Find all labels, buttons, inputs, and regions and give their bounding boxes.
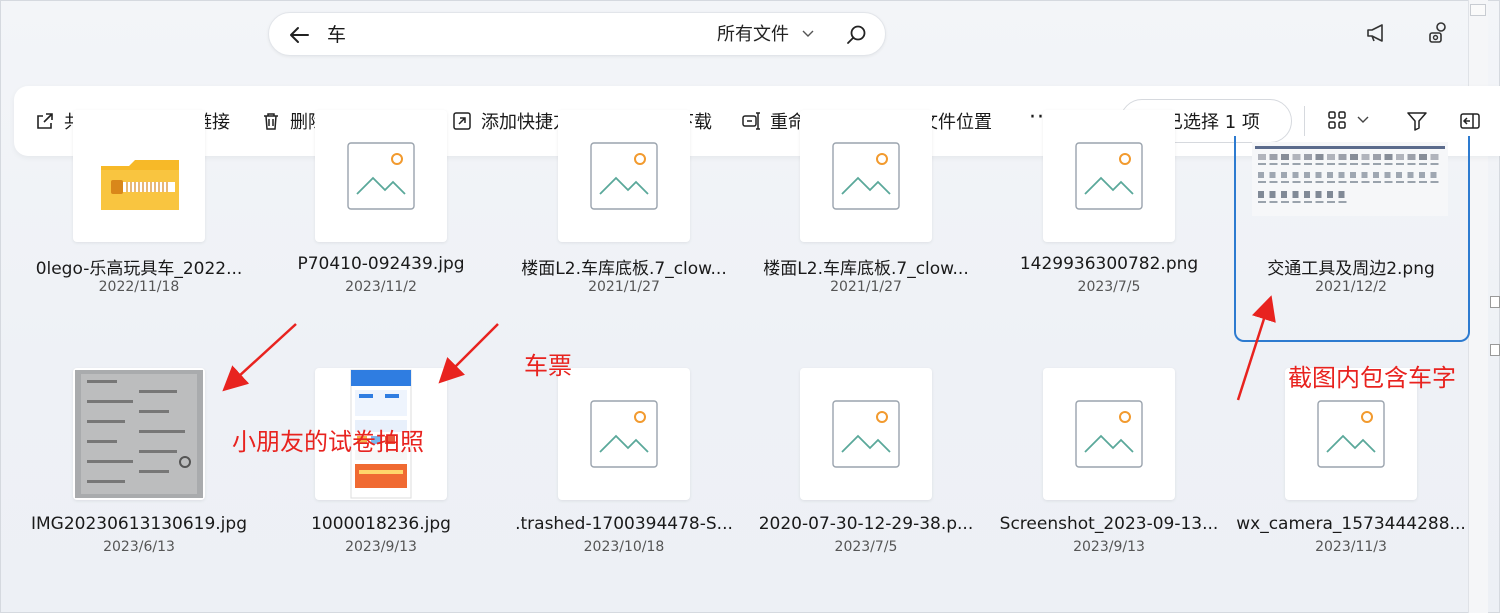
image-placeholder-icon <box>558 110 690 242</box>
image-placeholder-icon <box>315 110 447 242</box>
image-placeholder-icon <box>1043 368 1175 500</box>
file-name: wx_camera_1573444288... <box>1236 514 1466 534</box>
file-date: 2021/12/2 <box>1315 279 1387 295</box>
account-switch-icon[interactable] <box>1426 20 1452 46</box>
chevron-down-icon[interactable] <box>801 27 815 41</box>
file-date: 2023/11/2 <box>345 279 417 295</box>
file-date: 2021/1/27 <box>830 279 902 295</box>
file-name: 1000018236.jpg <box>311 514 451 534</box>
zip-folder-icon <box>73 110 205 242</box>
back-arrow-icon[interactable] <box>287 23 311 47</box>
file-tile[interactable]: 1000018236.jpg 2023/9/13 <box>260 368 502 578</box>
file-date: 2023/9/13 <box>1073 539 1145 555</box>
search-icon[interactable] <box>845 24 867 46</box>
search-bar[interactable]: 车 所有文件 <box>268 12 886 56</box>
file-tile[interactable]: 交通工具及周边2.png 2021/12/2 <box>1230 126 1472 336</box>
file-tile[interactable]: 楼面L2.车库底板.7_clow... 2021/1/27 <box>503 110 745 320</box>
file-tile[interactable]: P70410-092439.jpg 2023/11/2 <box>260 110 502 320</box>
screenshot-thumbnail <box>1252 142 1448 216</box>
file-name: 0lego-乐高玩具车_2022... <box>35 259 243 279</box>
file-tile[interactable]: 2020-07-30-12-29-38.p... 2023/7/5 <box>745 368 987 578</box>
file-name: 楼面L2.车库底板.7_clow... <box>763 259 969 279</box>
image-placeholder-icon <box>558 368 690 500</box>
file-date: 2023/9/13 <box>345 539 417 555</box>
file-name: 楼面L2.车库底板.7_clow... <box>521 259 727 279</box>
photo-thumbnail <box>73 368 205 500</box>
side-marker <box>1490 296 1500 308</box>
side-marker <box>1490 344 1500 356</box>
megaphone-icon[interactable] <box>1364 20 1390 46</box>
search-scope-dropdown[interactable]: 所有文件 <box>717 23 789 47</box>
file-tile[interactable]: 楼面L2.车库底板.7_clow... 2021/1/27 <box>745 110 987 320</box>
chevron-down-icon <box>1357 116 1369 123</box>
file-tile[interactable]: IMG20230613130619.jpg 2023/6/13 <box>18 368 260 578</box>
file-name: P70410-092439.jpg <box>297 254 465 274</box>
file-name: 2020-07-30-12-29-38.p... <box>758 514 974 534</box>
scroll-up-button[interactable] <box>1470 4 1486 16</box>
file-date: 2023/11/3 <box>1315 539 1387 555</box>
annotation-ticket: 车票 <box>524 352 572 380</box>
file-name: 交通工具及周边2.png <box>1267 259 1435 279</box>
annotation-exam-photo: 小朋友的试卷拍照 <box>232 428 424 456</box>
image-placeholder-icon <box>1043 110 1175 242</box>
file-tile[interactable]: wx_camera_1573444288... 2023/11/3 <box>1230 368 1472 578</box>
file-tile[interactable]: 0lego-乐高玩具车_2022... 2022/11/18 <box>18 110 260 320</box>
file-name: 1429936300782.png <box>1019 254 1199 274</box>
file-tile[interactable]: .trashed-1700394478-S... 2023/10/18 <box>503 368 745 578</box>
file-date: 2021/1/27 <box>588 279 660 295</box>
file-name: IMG20230613130619.jpg <box>31 514 247 534</box>
file-name: .trashed-1700394478-S... <box>515 514 733 534</box>
image-placeholder-icon <box>800 368 932 500</box>
file-date: 2023/6/13 <box>103 539 175 555</box>
search-query[interactable]: 车 <box>327 23 346 47</box>
file-tile[interactable]: Screenshot_2023-09-13... 2023/9/13 <box>988 368 1230 578</box>
file-date: 2023/7/5 <box>1077 279 1141 295</box>
file-tile[interactable]: 1429936300782.png 2023/7/5 <box>988 110 1230 320</box>
file-date: 2022/11/18 <box>98 279 180 295</box>
file-name: Screenshot_2023-09-13... <box>999 514 1219 534</box>
file-date: 2023/7/5 <box>834 539 898 555</box>
annotation-screenshot: 截图内包含车字 <box>1288 364 1456 392</box>
image-placeholder-icon <box>800 110 932 242</box>
file-date: 2023/10/18 <box>583 539 665 555</box>
